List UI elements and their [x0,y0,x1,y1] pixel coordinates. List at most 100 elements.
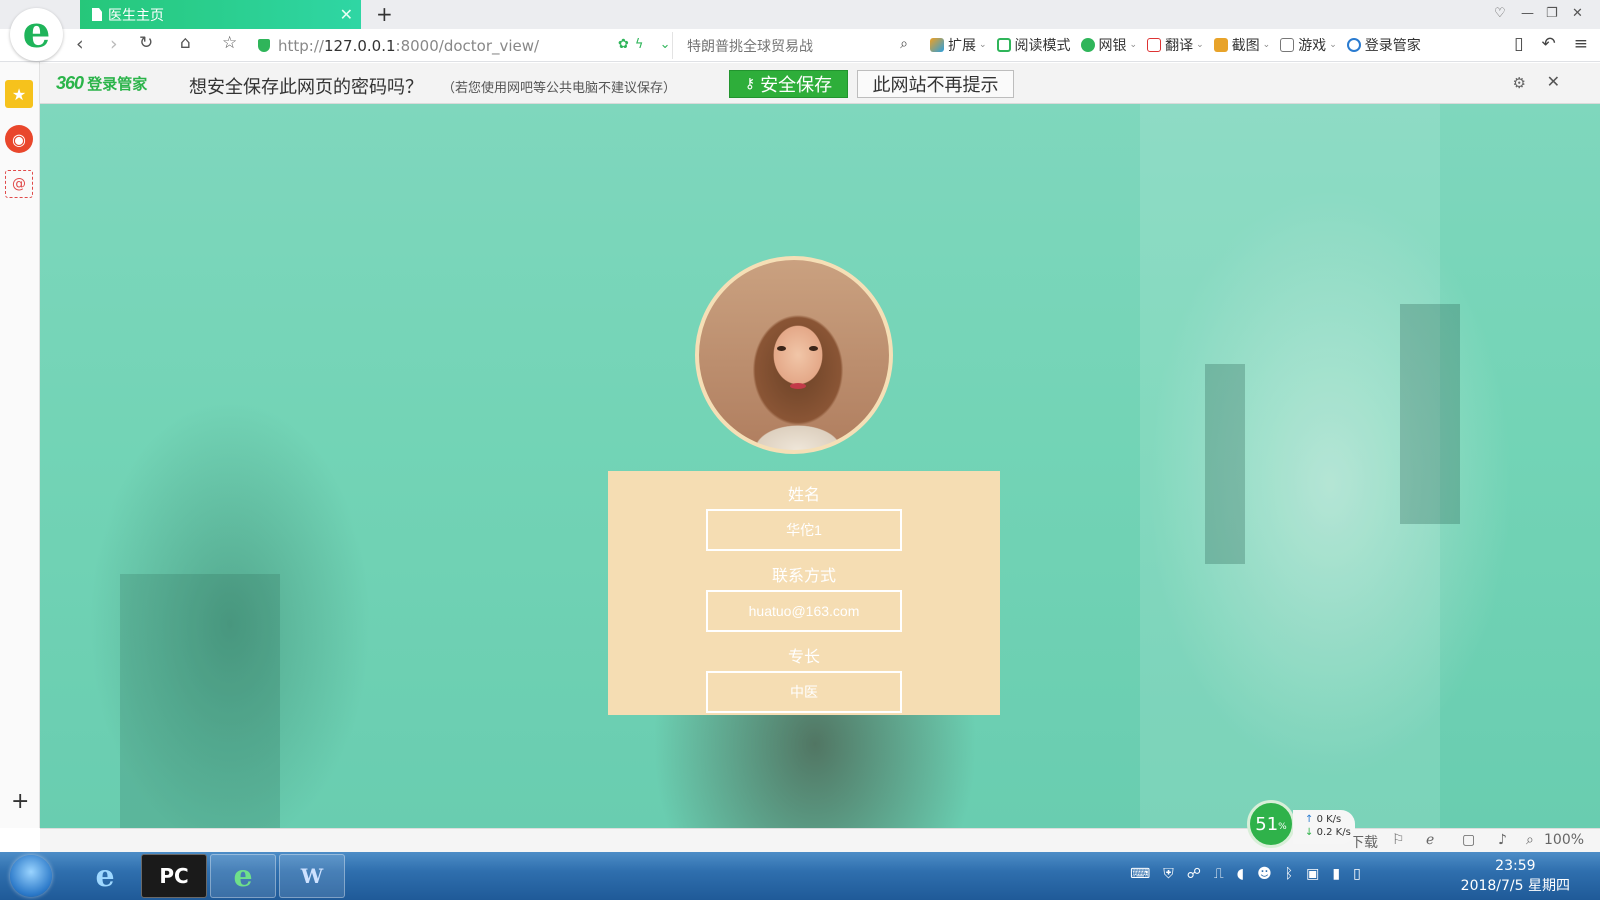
extensions-icon [930,38,944,52]
gear-icon[interactable]: ⚙ [1513,74,1526,92]
window-icon[interactable]: ▢ [1462,832,1475,848]
add-sidebar-button[interactable]: + [11,789,29,814]
memory-percent: 51% [1247,800,1295,848]
right-tools: ▯ ↶ ≡ [1496,34,1588,54]
translate-icon [1147,38,1162,52]
refresh-button[interactable]: ↻ [139,33,153,53]
signal-icon[interactable]: ▮ [1332,866,1340,882]
toolbar: 扩展 ⌄ 阅读模式 网银 ⌄ 翻译 ⌄ 截图 ⌄ 游戏 ⌄ 登录管家 [930,34,1431,56]
tab-close-icon[interactable]: ✕ [340,5,353,24]
search-icon[interactable]: ⌕ [900,36,908,52]
flag-icon[interactable]: ⚐ [1392,832,1405,848]
undo-icon[interactable]: ↶ [1542,34,1556,54]
doctor-avatar [695,256,893,454]
new-tab-button[interactable]: + [376,2,393,26]
security-shield-icon[interactable]: ⛨ [1163,866,1174,882]
system-tray: ⌨ ⛨ ☍ ⎍ ◖ ☻ ᛒ ▣ ▮ ▯ [1130,866,1374,882]
bank-shield-icon [1080,38,1095,52]
clock[interactable]: 23:59 2018/7/5 星期四 [1461,856,1570,896]
key-icon: ⚷ [744,76,756,92]
taskbar-ie-icon[interactable]: e [72,854,138,898]
navigation-bar: ‹ › ↻ ⌂ ☆ http://127.0.0.1:8000/doctor_v… [0,29,1600,62]
start-button[interactable] [10,855,52,897]
qq-icon[interactable]: ☻ [1257,866,1272,882]
home-button[interactable]: ⌂ [180,33,191,53]
sound-icon[interactable]: ♪ [1498,832,1507,848]
gamepad-icon [1280,38,1295,52]
login-manager-brand: 360 登录管家 [56,73,148,93]
favorites-star-icon[interactable]: ★ [5,80,33,108]
restore-button[interactable]: ❐ [1546,6,1558,21]
usb-icon[interactable]: ⎍ [1214,866,1224,882]
name-label: 姓名 [787,485,820,504]
specialty-field[interactable] [706,671,902,713]
network-tray-icon[interactable]: ☍ [1187,866,1201,882]
search-box[interactable]: ⌕ [672,32,918,59]
background-window [1400,304,1460,524]
title-bar: 医生主页 ✕ + ♡ — ❐ ✕ [0,0,1600,29]
games-button[interactable]: 游戏 ⌄ [1280,35,1337,55]
speed-icons[interactable]: ✿ϟ ⌄ [618,37,677,52]
browser-logo[interactable]: e [10,8,63,61]
avatar-lips [790,383,806,389]
safe-save-button[interactable]: ⚷ 安全保存 [729,70,848,98]
tab-doctor-home[interactable]: 医生主页 ✕ [80,0,361,29]
clock-date: 2018/7/5 星期四 [1460,878,1570,894]
forward-button[interactable]: › [110,33,118,55]
display-icon[interactable]: ▣ [1306,866,1319,882]
sidebar: ★ ◉ @ + [0,62,40,828]
keyboard-icon[interactable]: ⌨ [1130,866,1150,882]
extensions-button[interactable]: 扩展 ⌄ [930,35,987,55]
book-icon [996,38,1011,52]
reading-list-icon[interactable]: ▯ [1514,34,1523,54]
ie-mode-icon[interactable]: ℯ [1426,832,1434,848]
translate-button[interactable]: 翻译 ⌄ [1147,35,1204,55]
url-text: http://127.0.0.1:8000/doctor_view/ [278,36,540,55]
taskbar-pycharm-icon[interactable]: PC [141,854,207,898]
search-input[interactable] [687,37,877,54]
bluetooth-icon[interactable]: ᛒ [1285,866,1293,882]
login-manager-button[interactable]: 登录管家 [1346,35,1421,55]
save-password-hint: （若您使用网吧等公共电脑不建议保存） [442,81,677,96]
taskbar-360-browser-icon[interactable]: e [210,854,276,898]
online-bank-button[interactable]: 网银 ⌄ [1080,35,1137,55]
tab-title: 医生主页 [108,7,164,24]
screenshot-button[interactable]: 截图 ⌄ [1213,35,1270,55]
name-field[interactable] [706,509,902,551]
taskbar-word-icon[interactable]: W [279,854,345,898]
weibo-icon[interactable]: ◉ [5,125,33,153]
shield-icon [258,39,270,52]
network-speed-widget[interactable]: 51% ↑ 0 K/s ↓ 0.2 K/s [1247,800,1359,848]
zoom-icon[interactable]: ⌕ [1526,832,1534,848]
doctor-page: 姓名 联系方式 专长 [40,104,1600,828]
battery-icon[interactable]: ▯ [1353,866,1361,882]
avatar-eye [777,346,786,351]
upload-rate: 0 K/s [1316,814,1342,825]
key-icon [1346,38,1361,52]
clock-time: 23:59 [1495,858,1536,874]
scissors-icon [1213,38,1228,52]
bookmark-star-button[interactable]: ☆ [222,33,237,53]
specialty-label: 专长 [787,647,820,666]
minimize-button[interactable]: — [1521,6,1534,21]
avatar-eye [809,346,818,351]
close-icon[interactable]: ✕ [1547,72,1560,91]
mute-icon[interactable]: ◖ [1237,866,1244,882]
never-prompt-button[interactable]: 此网站不再提示 [857,70,1014,98]
contact-field[interactable] [706,590,902,632]
background-building [1140,104,1440,828]
download-rate: 0.2 K/s [1316,827,1351,838]
menu-icon[interactable]: ≡ [1574,34,1588,54]
reading-mode-button[interactable]: 阅读模式 [996,35,1071,55]
background-foliage [120,574,280,828]
mail-icon[interactable]: @ [5,170,33,198]
skin-icon[interactable]: ♡ [1494,6,1506,21]
password-save-bar: 360 登录管家 想安全保存此网页的密码吗？ （若您使用网吧等公共电脑不建议保存… [40,63,1600,104]
net-rates: ↑ 0 K/s ↓ 0.2 K/s [1293,810,1355,844]
back-button[interactable]: ‹ [76,33,84,55]
zoom-level[interactable]: 100% [1544,832,1584,848]
taskbar: e PC e W ⌨ ⛨ ☍ ⎍ ◖ ☻ ᛒ ▣ ▮ ▯ 23:59 2018/… [0,852,1600,900]
close-window-button[interactable]: ✕ [1572,6,1583,21]
contact-label: 联系方式 [771,566,836,585]
document-icon [92,8,102,21]
